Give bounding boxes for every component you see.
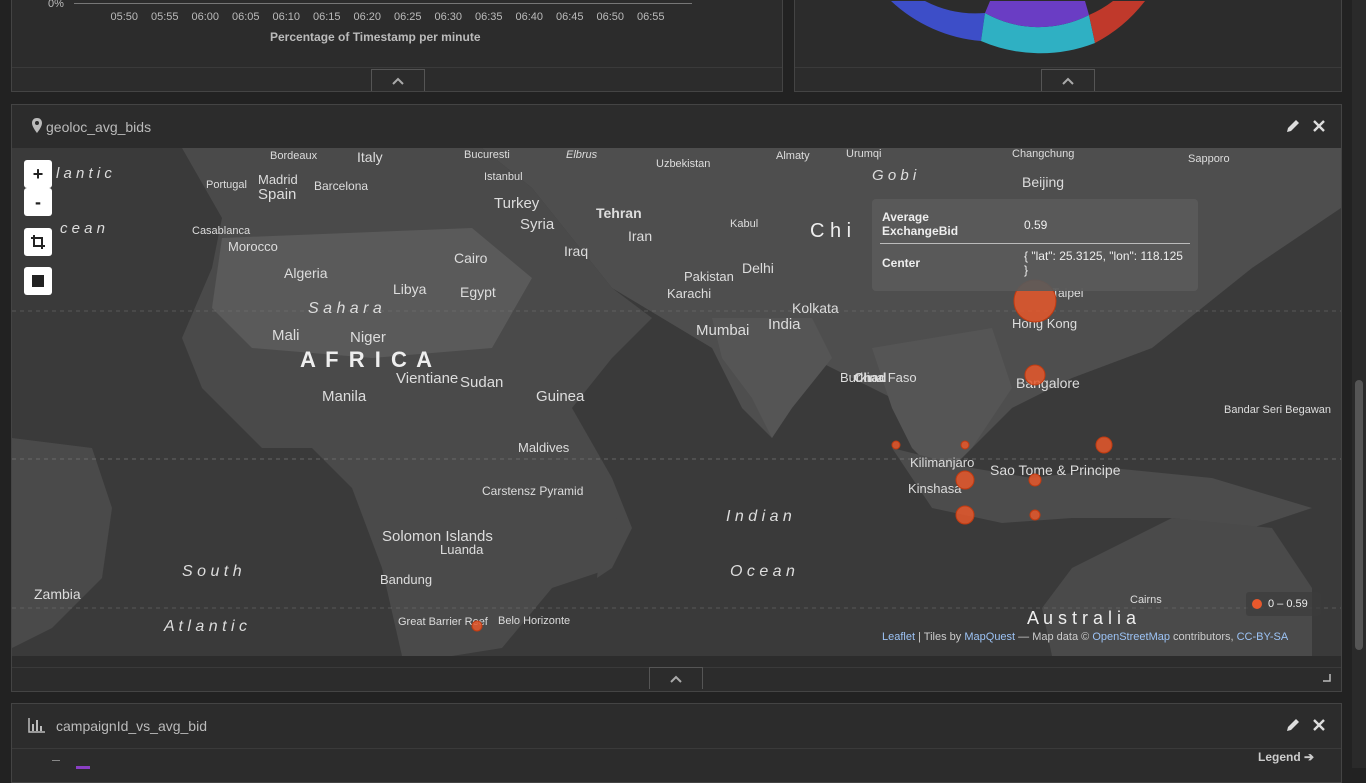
- legend-toggle-label: Legend: [1258, 750, 1301, 764]
- panel-header: geoloc_avg_bids: [12, 105, 1341, 150]
- legend-toggle[interactable]: Legend ➔: [1258, 750, 1314, 764]
- square-icon: [32, 275, 44, 287]
- tooltip-value: { "lat": 25.3125, "lon": 118.125 }: [1024, 249, 1183, 277]
- marker-medan[interactable]: [891, 440, 901, 450]
- donut-slice-red: [1089, 1, 1145, 43]
- panel-footer-line: [795, 67, 1341, 68]
- timestamp-chart-panel: 0% 05:50 05:55 06:00 06:05 06:10 06:15 0…: [11, 0, 783, 92]
- x-axis-label: Percentage of Timestamp per minute: [270, 30, 481, 44]
- x-tick: 06:40: [515, 11, 544, 23]
- donut-chart: [891, 1, 1145, 54]
- collapse-button[interactable]: [649, 667, 703, 689]
- y-tick-zero: 0%: [48, 0, 64, 10]
- map-marker-icon: [32, 118, 42, 133]
- marker-papua[interactable]: [1095, 436, 1113, 454]
- marker-philippines[interactable]: [1024, 364, 1046, 386]
- tooltip-divider: [880, 243, 1190, 244]
- x-axis-ticks: 05:50 05:55 06:00 06:05 06:10 06:15 06:2…: [104, 11, 671, 23]
- donut-chart-panel: [794, 0, 1342, 92]
- panel-actions: [1285, 717, 1327, 733]
- x-tick: 06:35: [474, 11, 503, 23]
- map-tooltip: Average ExchangeBid 0.59 Center { "lat":…: [872, 199, 1198, 291]
- draw-rectangle-button[interactable]: [24, 267, 52, 295]
- close-icon[interactable]: [1311, 118, 1327, 134]
- chevron-up-icon: [1062, 77, 1074, 85]
- resize-handle-icon[interactable]: [1323, 674, 1331, 682]
- marker-timor[interactable]: [1029, 509, 1041, 521]
- x-tick: 06:15: [312, 11, 341, 23]
- collapse-button[interactable]: [1041, 69, 1095, 91]
- x-tick: 06:00: [191, 11, 220, 23]
- campaign-bid-panel: campaignId_vs_avg_bid Legend ➔: [11, 703, 1342, 783]
- x-tick: 06:05: [231, 11, 260, 23]
- fit-bounds-button[interactable]: [24, 228, 52, 256]
- leaflet-link[interactable]: Leaflet: [882, 631, 915, 643]
- mapquest-link[interactable]: MapQuest: [964, 631, 1015, 643]
- close-icon[interactable]: [1311, 717, 1327, 733]
- marker-jakarta[interactable]: [955, 470, 975, 490]
- chevron-up-icon: [670, 675, 682, 683]
- x-tick: 06:45: [555, 11, 584, 23]
- marker-bandung[interactable]: [955, 505, 975, 525]
- x-tick: 05:55: [150, 11, 179, 23]
- attribution-text: contributors,: [1169, 631, 1237, 643]
- zoom-in-button[interactable]: +: [24, 160, 52, 188]
- collapse-button[interactable]: [371, 69, 425, 91]
- tooltip-key: Center: [882, 256, 921, 270]
- arrow-circle-icon: ➔: [1304, 750, 1315, 764]
- panel-footer-line: [12, 67, 782, 68]
- map-attribution: Leaflet | Tiles by MapQuest — Map data ©…: [882, 631, 1288, 643]
- donut-slice-blue: [891, 1, 985, 41]
- marker-johannesburg[interactable]: [471, 620, 483, 632]
- legend-dot-icon: [1252, 599, 1262, 609]
- panel-title: campaignId_vs_avg_bid: [56, 718, 207, 734]
- osm-link[interactable]: OpenStreetMap: [1092, 631, 1170, 643]
- marker-surabaja[interactable]: [1028, 473, 1042, 487]
- x-tick: 06:10: [272, 11, 301, 23]
- panel-actions: [1285, 118, 1327, 134]
- pencil-icon[interactable]: [1285, 118, 1301, 134]
- x-tick: 06:20: [353, 11, 382, 23]
- tooltip-key: Average ExchangeBid: [882, 210, 959, 238]
- map-legend: 0 – 0.59: [1246, 592, 1321, 616]
- tooltip-row: Average ExchangeBid 0.59: [882, 210, 1188, 240]
- bar-chart-icon: [28, 718, 45, 733]
- scrollbar-thumb[interactable]: [1355, 380, 1363, 650]
- page-scrollbar[interactable]: [1352, 0, 1366, 768]
- x-axis-line: [74, 3, 692, 4]
- tooltip-value: 0.59: [1024, 218, 1048, 232]
- x-tick: 06:50: [596, 11, 625, 23]
- marker-singapore[interactable]: [960, 440, 970, 450]
- zoom-out-button[interactable]: -: [24, 188, 52, 216]
- chart-axis-stub: [52, 760, 60, 761]
- panel-header: campaignId_vs_avg_bid: [12, 704, 1341, 749]
- license-link[interactable]: CC-BY-SA: [1237, 631, 1289, 643]
- pencil-icon[interactable]: [1285, 717, 1301, 733]
- legend-range: 0 – 0.59: [1268, 598, 1308, 610]
- x-tick: 06:25: [393, 11, 422, 23]
- chevron-up-icon: [392, 77, 404, 85]
- attribution-text: — Map data ©: [1015, 631, 1093, 643]
- tooltip-row: Center { "lat": 25.3125, "lon": 118.125 …: [882, 249, 1188, 279]
- attribution-text: | Tiles by: [915, 631, 965, 643]
- panel-title: geoloc_avg_bids: [46, 119, 152, 135]
- x-tick: 06:30: [434, 11, 463, 23]
- x-tick: 06:55: [636, 11, 665, 23]
- x-tick: 05:50: [110, 11, 139, 23]
- crop-icon: [31, 235, 45, 249]
